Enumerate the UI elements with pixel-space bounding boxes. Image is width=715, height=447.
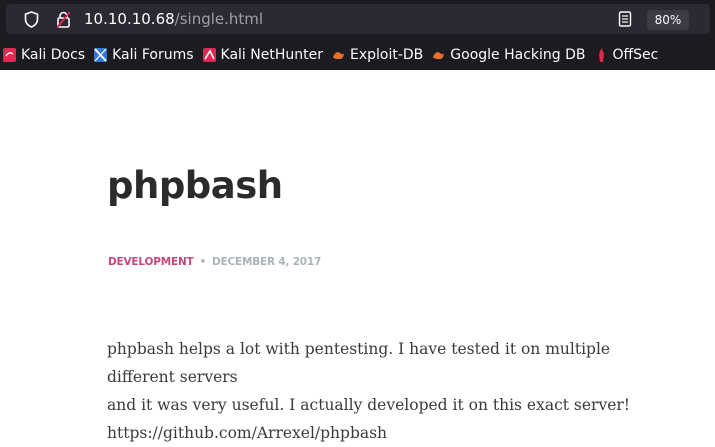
bookmark-label: Kali NetHunter xyxy=(220,47,323,63)
bookmark-label: Google Hacking DB xyxy=(450,47,586,63)
zoom-level-button[interactable]: 80% xyxy=(647,10,689,30)
bookmark-kali-nethunter[interactable]: Kali NetHunter xyxy=(202,47,323,63)
shield-icon[interactable] xyxy=(24,11,39,28)
bookmark-google-hacking-db[interactable]: Google Hacking DB xyxy=(432,47,586,63)
insecure-lock-icon[interactable] xyxy=(57,11,70,28)
post-meta: Development • December 4, 2017 xyxy=(108,256,321,268)
bookmark-kali-forums[interactable]: Kali Forums xyxy=(94,47,194,63)
browser-chrome: 10.10.10.68/single.html 80% Kali Docs Ka… xyxy=(0,0,715,70)
bookmark-offsec[interactable]: OffSec xyxy=(595,47,659,63)
kali-nethunter-icon xyxy=(202,48,216,62)
post-body: phpbash helps a lot with pentesting. I h… xyxy=(107,335,667,447)
reader-view-icon[interactable] xyxy=(618,11,632,27)
post-category-link[interactable]: Development xyxy=(108,256,194,268)
bookmark-label: OffSec xyxy=(612,47,659,63)
kali-forums-icon xyxy=(94,48,108,62)
offsec-icon xyxy=(598,48,604,62)
bookmark-kali-docs[interactable]: Kali Docs xyxy=(3,47,85,63)
url-path: /single.html xyxy=(174,10,264,28)
bookmark-label: Exploit-DB xyxy=(349,47,424,63)
post-body-line: and it was very useful. I actually devel… xyxy=(107,396,631,414)
meta-separator: • xyxy=(199,256,207,268)
google-hacking-db-icon xyxy=(433,52,445,60)
bookmark-label: Kali Docs xyxy=(21,47,86,63)
post-body-line: phpbash helps a lot with pentesting. I h… xyxy=(107,340,611,386)
url-text[interactable]: 10.10.10.68/single.html xyxy=(84,9,263,29)
url-host: 10.10.10.68 xyxy=(84,10,175,28)
kali-docs-icon xyxy=(3,48,16,62)
bookmark-exploit-db[interactable]: Exploit-DB xyxy=(332,47,423,63)
bookmark-label: Kali Forums xyxy=(112,47,194,63)
post-title: phpbash xyxy=(107,164,283,207)
address-bar[interactable]: 10.10.10.68/single.html 80% xyxy=(6,4,710,34)
bookmarks-toolbar: Kali Docs Kali Forums Kali NetHunter Exp… xyxy=(0,40,715,70)
exploit-db-icon xyxy=(332,52,344,60)
post-date[interactable]: December 4, 2017 xyxy=(212,256,321,268)
post-body-link: https://github.com/Arrexel/phpbash xyxy=(107,424,388,442)
